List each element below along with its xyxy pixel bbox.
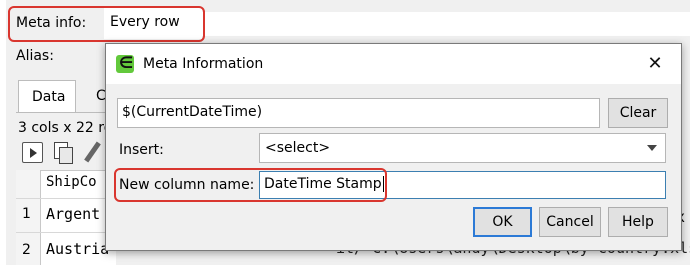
edit-icon[interactable] xyxy=(82,142,103,163)
grid-divider xyxy=(16,232,116,233)
grid-column-header[interactable]: ShipCo xyxy=(46,174,97,190)
alias-label: Alias: xyxy=(16,48,54,64)
tab-divider xyxy=(16,112,108,113)
clear-button[interactable]: Clear xyxy=(608,98,668,128)
row-number: 1 xyxy=(22,206,31,222)
meta-information-dialog: ∈ Meta Information ✕ $(CurrentDateTime) … xyxy=(105,43,682,251)
highlight-meta-info xyxy=(8,6,205,42)
tab-data-label: Data xyxy=(32,89,66,105)
cancel-button[interactable]: Cancel xyxy=(539,207,601,237)
ok-button[interactable]: OK xyxy=(473,207,532,237)
help-button[interactable]: Help xyxy=(608,207,668,237)
copy-icon[interactable] xyxy=(52,142,73,164)
insert-label: Insert: xyxy=(119,142,164,158)
highlight-column-name xyxy=(114,168,387,202)
window-edge xyxy=(0,0,6,265)
tab-data[interactable]: Data xyxy=(18,80,76,112)
run-icon[interactable] xyxy=(22,142,43,163)
app-icon: ∈ xyxy=(116,53,134,73)
rows-summary: 3 cols x 22 ro xyxy=(18,120,113,136)
insert-select[interactable]: <select> xyxy=(259,133,666,163)
dialog-title: Meta Information xyxy=(143,56,264,72)
formula-input[interactable]: $(CurrentDateTime) xyxy=(117,98,600,128)
chevron-down-icon xyxy=(647,145,657,151)
row-number: 2 xyxy=(22,242,31,258)
close-icon[interactable]: ✕ xyxy=(643,52,667,76)
insert-select-value: <select> xyxy=(265,140,331,156)
table-cell[interactable]: Argent xyxy=(46,205,100,223)
table-cell[interactable]: Austria xyxy=(46,240,109,258)
meta-info-field-extension xyxy=(202,12,690,36)
dialog-titlebar[interactable]: ∈ Meta Information ✕ xyxy=(106,44,681,84)
grid-divider xyxy=(16,198,116,199)
